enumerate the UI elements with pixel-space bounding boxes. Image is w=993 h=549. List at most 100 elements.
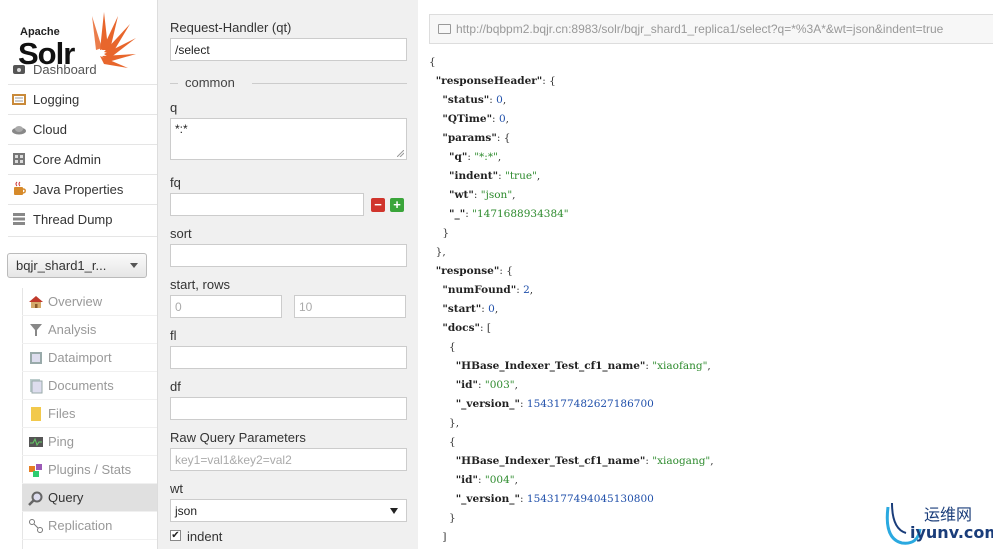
wt-label: wt <box>170 481 183 496</box>
nav-item-java-properties[interactable]: Java Properties <box>8 175 157 203</box>
json-string: "*:*" <box>474 151 498 163</box>
json-line: "id": "004", <box>455 474 518 486</box>
json-line: "wt": "json", <box>449 189 516 201</box>
core-item-files[interactable]: Files <box>22 400 157 428</box>
core-item-analysis[interactable]: Analysis <box>22 316 157 344</box>
core-item-label: Query <box>48 490 84 505</box>
json-number: 0 <box>488 303 495 315</box>
nav-item-thread-dump[interactable]: Thread Dump <box>8 205 157 233</box>
nav-item-core-admin[interactable]: Core Admin <box>8 145 157 173</box>
nav-item-dashboard[interactable]: Dashboard <box>8 55 157 83</box>
json-key: "wt" <box>449 189 474 201</box>
json-key: "_" <box>449 208 466 220</box>
logging-icon <box>11 91 27 107</box>
handler-label: Request-Handler (qt) <box>170 20 292 35</box>
response-panel: http://bqbpm2.bqjr.cn:8983/solr/bqjr_sha… <box>418 0 993 549</box>
json-line: }, <box>429 246 446 258</box>
fq-input[interactable] <box>170 193 364 216</box>
plus-icon: + <box>393 197 401 212</box>
df-label: df <box>170 379 181 394</box>
core-item-documents[interactable]: Documents <box>22 372 157 400</box>
request-url-text: http://bqbpm2.bqjr.cn:8983/solr/bqjr_sha… <box>456 22 944 36</box>
core-item-ping[interactable]: Ping <box>22 428 157 456</box>
json-line: }, <box>429 417 460 429</box>
core-admin-icon <box>11 151 27 167</box>
json-line: "HBase_Indexer_Test_cf1_name": "xiaogang… <box>455 455 714 467</box>
core-item-plugins-stats[interactable]: Plugins / Stats <box>22 456 157 484</box>
json-string: "004" <box>484 474 515 486</box>
indent-checkbox[interactable]: ✔ <box>170 530 181 541</box>
json-line: "responseHeader": { <box>435 75 556 87</box>
json-key: "numFound" <box>442 284 517 296</box>
json-line: } <box>429 227 450 239</box>
json-key: "indent" <box>449 170 499 182</box>
core-item-dataimport[interactable]: Dataimport <box>22 344 157 372</box>
json-line: { <box>429 341 456 353</box>
nav-item-label: Dashboard <box>33 61 97 77</box>
rows-input[interactable]: 10 <box>294 295 406 318</box>
json-key: "QTime" <box>442 113 493 125</box>
java-icon <box>11 181 27 197</box>
json-string: "true" <box>505 170 537 182</box>
request-url-link[interactable]: http://bqbpm2.bqjr.cn:8983/solr/bqjr_sha… <box>429 14 993 44</box>
json-key: "id" <box>455 474 478 486</box>
json-response: { "responseHeader": { "status": 0, "QTim… <box>429 53 714 547</box>
wt-select[interactable]: json <box>170 499 407 522</box>
fl-label: fl <box>170 328 177 343</box>
nav-item-label: Thread Dump <box>33 211 113 227</box>
core-item-label: Documents <box>48 378 114 393</box>
core-item-label: Files <box>48 406 76 421</box>
remove-fq-button[interactable]: − <box>371 198 385 212</box>
nav-item-logging[interactable]: Logging <box>8 85 157 113</box>
json-key: "docs" <box>442 322 480 334</box>
fq-label: fq <box>170 175 181 190</box>
handler-input[interactable]: /select <box>170 38 407 61</box>
json-line: "HBase_Indexer_Test_cf1_name": "xiaofang… <box>455 360 711 372</box>
raw-params-label: Raw Query Parameters <box>170 430 306 445</box>
json-number: 0 <box>498 113 506 125</box>
left-navigation: Apache Solr Dashboard Logging Cloud Core… <box>0 0 157 549</box>
core-item-query[interactable]: Query <box>22 484 157 512</box>
json-number: 0 <box>496 94 503 106</box>
documents-icon <box>28 378 44 394</box>
core-item-label: Plugins / Stats <box>48 462 132 477</box>
core-selector-value: bqjr_shard1_r... <box>16 258 107 273</box>
q-textarea[interactable]: *:* <box>170 118 407 160</box>
raw-params-input[interactable]: key1=val1&key2=val2 <box>170 448 407 471</box>
json-line: "status": 0, <box>442 94 507 106</box>
cloud-icon <box>11 121 27 137</box>
json-key: "id" <box>455 379 478 391</box>
core-item-label: Ping <box>48 434 75 449</box>
json-number: 1543177482627186700 <box>526 398 654 410</box>
core-item-overview[interactable]: Overview <box>22 288 157 316</box>
home-icon <box>28 294 44 310</box>
files-icon <box>28 406 44 422</box>
fl-input[interactable] <box>170 346 407 369</box>
core-selector[interactable]: bqjr_shard1_r... <box>7 253 147 278</box>
resize-handle-icon[interactable] <box>397 150 404 157</box>
plugins-icon <box>28 462 44 478</box>
json-line: "docs": [ <box>442 322 491 334</box>
json-string: "xiaofang" <box>652 360 708 372</box>
nav-item-cloud[interactable]: Cloud <box>8 115 157 143</box>
json-key: "status" <box>442 94 490 106</box>
json-string: "xiaogang" <box>652 455 711 467</box>
json-number: 2 <box>523 284 530 296</box>
add-fq-button[interactable]: + <box>390 198 404 212</box>
json-string: "1471688934384" <box>472 208 569 220</box>
sort-input[interactable] <box>170 244 407 267</box>
json-key: "HBase_Indexer_Test_cf1_name" <box>455 455 646 467</box>
core-item-replication[interactable]: Replication <box>22 512 157 540</box>
start-input[interactable]: 0 <box>170 295 282 318</box>
json-key: "_version_" <box>455 398 520 410</box>
json-key: "HBase_Indexer_Test_cf1_name" <box>455 360 646 372</box>
chevron-down-icon <box>130 263 138 268</box>
q-label: q <box>170 100 178 115</box>
df-input[interactable] <box>170 397 407 420</box>
json-number: 1543177494045130800 <box>526 493 654 505</box>
json-line: "_version_": 1543177482627186700 <box>455 398 654 410</box>
json-key: "_version_" <box>455 493 520 505</box>
q-value: *:* <box>175 122 188 136</box>
json-line: "indent": "true", <box>449 170 541 182</box>
core-item-label: Dataimport <box>48 350 112 365</box>
